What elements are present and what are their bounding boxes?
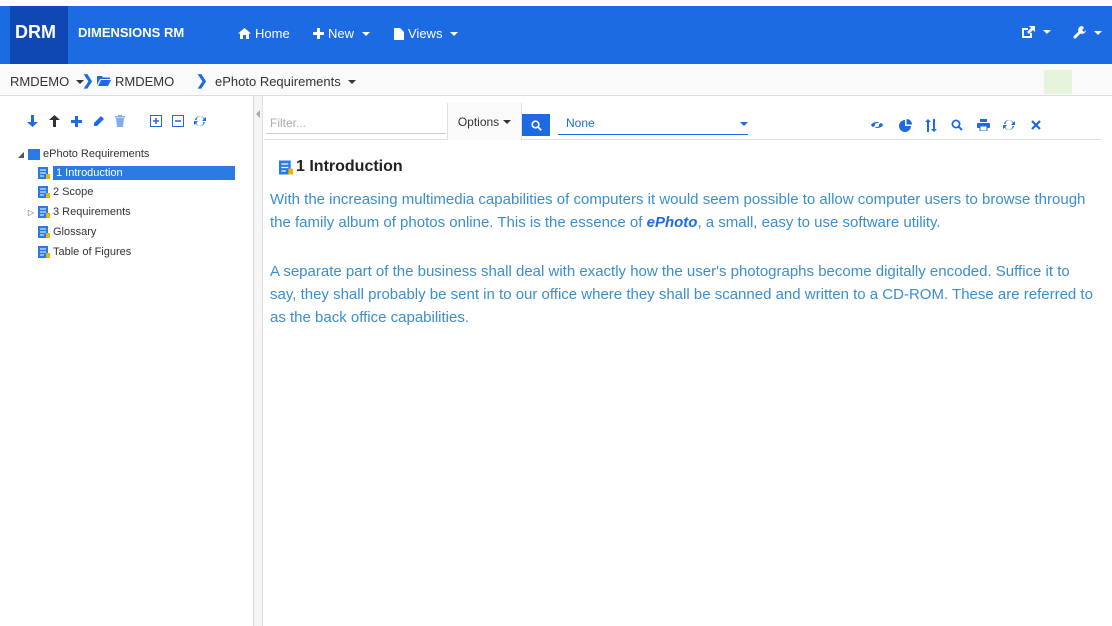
- options-label: Options: [457, 115, 500, 129]
- ephoto-emphasis: ePhoto: [646, 214, 698, 231]
- collapse-all-icon: [172, 115, 184, 127]
- add-button[interactable]: [66, 111, 86, 131]
- status-indicator: [1044, 70, 1072, 94]
- tree-item-glossary[interactable]: Glossary: [36, 226, 96, 238]
- paragraph-1-text-end: , a small, easy to use software utility.: [697, 214, 941, 231]
- delete-button[interactable]: [110, 111, 130, 131]
- document-title: 1 Introduction: [279, 158, 403, 176]
- tools-menu[interactable]: [1073, 26, 1102, 39]
- nav-home-label: Home: [255, 26, 290, 41]
- section-icon: [38, 167, 50, 179]
- nav-new[interactable]: New: [313, 26, 371, 41]
- tree-item-label: Table of Figures: [53, 246, 132, 258]
- chevron-down-icon: [503, 120, 512, 124]
- print-button[interactable]: [972, 114, 994, 136]
- expand-all-icon: [150, 115, 162, 127]
- nav-new-label: New: [328, 26, 355, 41]
- chevron-right-icon: ❯: [82, 72, 94, 88]
- close-button[interactable]: [1025, 114, 1047, 136]
- arrow-up-icon: [48, 115, 60, 127]
- chevron-down-icon: [740, 122, 748, 126]
- chevron-down-icon: [1094, 30, 1102, 35]
- breadcrumb-project-label: RMDEMO: [10, 74, 70, 89]
- tree-item-table-of-figures[interactable]: Table of Figures: [36, 246, 131, 258]
- refresh-tree-button[interactable]: [190, 111, 210, 131]
- tree-item-introduction[interactable]: 1 Introduction: [36, 166, 235, 180]
- search-icon: [530, 119, 542, 131]
- wrench-icon: [1073, 26, 1086, 39]
- eye-slash-icon: [871, 120, 883, 130]
- plus-icon: [313, 28, 324, 39]
- chart-button[interactable]: [894, 114, 916, 136]
- breadcrumb-folder[interactable]: RMDEMO: [97, 74, 174, 89]
- expand-all-button[interactable]: [146, 111, 166, 131]
- home-icon: [238, 28, 251, 39]
- search-icon: [951, 119, 963, 131]
- chevron-down-icon: [362, 31, 371, 36]
- refresh-button[interactable]: [998, 114, 1020, 136]
- arrow-down-icon: [26, 115, 38, 127]
- paragraph-1: With the increasing multimedia capabilit…: [270, 188, 1096, 234]
- view-select[interactable]: None: [558, 113, 748, 135]
- chevron-down-icon: [450, 31, 459, 36]
- pie-chart-icon: [898, 118, 912, 132]
- sort-icon: [925, 118, 937, 132]
- section-icon: [38, 226, 50, 238]
- collapse-all-button[interactable]: [168, 111, 188, 131]
- document-title-text: 1 Introduction: [296, 158, 403, 175]
- breadcrumb-folder-label: RMDEMO: [115, 74, 175, 89]
- filter-input[interactable]: [266, 112, 446, 134]
- search-button[interactable]: [522, 114, 550, 136]
- tree-item-label: 1 Introduction: [53, 166, 235, 180]
- tree-toolbar: [10, 106, 212, 136]
- tree-item-label: Glossary: [53, 226, 97, 238]
- logo-text[interactable]: DRM: [15, 22, 56, 43]
- move-up-button[interactable]: [44, 111, 64, 131]
- refresh-icon: [1003, 119, 1015, 131]
- section-icon: [38, 186, 50, 198]
- chevron-down-icon: [347, 79, 356, 84]
- breadcrumb-document-label: ePhoto Requirements: [215, 74, 341, 89]
- close-icon: [1031, 120, 1041, 130]
- view-select-value: None: [566, 116, 595, 130]
- breadcrumb-project[interactable]: RMDEMO: [10, 74, 85, 89]
- chevron-right-icon: ❯: [196, 72, 208, 88]
- refresh-icon: [194, 115, 206, 127]
- tree-item-requirements[interactable]: ▷ 3 Requirements: [26, 206, 131, 218]
- edit-button[interactable]: [88, 111, 108, 131]
- tree-item-label: 2 Scope: [53, 186, 94, 198]
- paragraph-2: A separate part of the business shall de…: [270, 263, 1093, 326]
- tree-root[interactable]: ◢ ePhoto Requirements: [16, 148, 149, 160]
- trash-icon: [115, 115, 125, 127]
- tree-item-scope[interactable]: 2 Scope: [36, 186, 93, 198]
- pencil-icon: [93, 115, 104, 126]
- section-icon: [279, 160, 293, 174]
- tree-root-label: ePhoto Requirements: [43, 148, 150, 160]
- sort-button[interactable]: [920, 114, 942, 136]
- folder-icon: [97, 74, 111, 89]
- export-menu[interactable]: [1022, 26, 1051, 38]
- nav-views[interactable]: Views: [394, 26, 459, 41]
- section-icon: [38, 206, 50, 218]
- breadcrumb-document[interactable]: ePhoto Requirements: [215, 74, 356, 89]
- print-icon: [976, 119, 990, 131]
- caret-down-icon[interactable]: ◢: [16, 150, 26, 159]
- file-icon: [394, 27, 404, 40]
- hide-button[interactable]: [866, 114, 888, 136]
- export-icon: [1022, 26, 1035, 38]
- nav-views-label: Views: [408, 26, 443, 41]
- pane-splitter[interactable]: [254, 96, 263, 626]
- tree-item-label: 3 Requirements: [53, 206, 131, 218]
- section-icon: [38, 246, 50, 258]
- options-dropdown[interactable]: Options: [447, 103, 522, 141]
- product-name[interactable]: DIMENSIONS RM: [78, 25, 184, 40]
- move-down-button[interactable]: [22, 111, 42, 131]
- document-folder-icon: [28, 149, 40, 160]
- chevron-down-icon: [1043, 30, 1051, 34]
- nav-home[interactable]: Home: [238, 26, 290, 41]
- plus-icon: [70, 115, 82, 127]
- find-button[interactable]: [946, 114, 968, 136]
- caret-right-icon[interactable]: ▷: [26, 208, 36, 217]
